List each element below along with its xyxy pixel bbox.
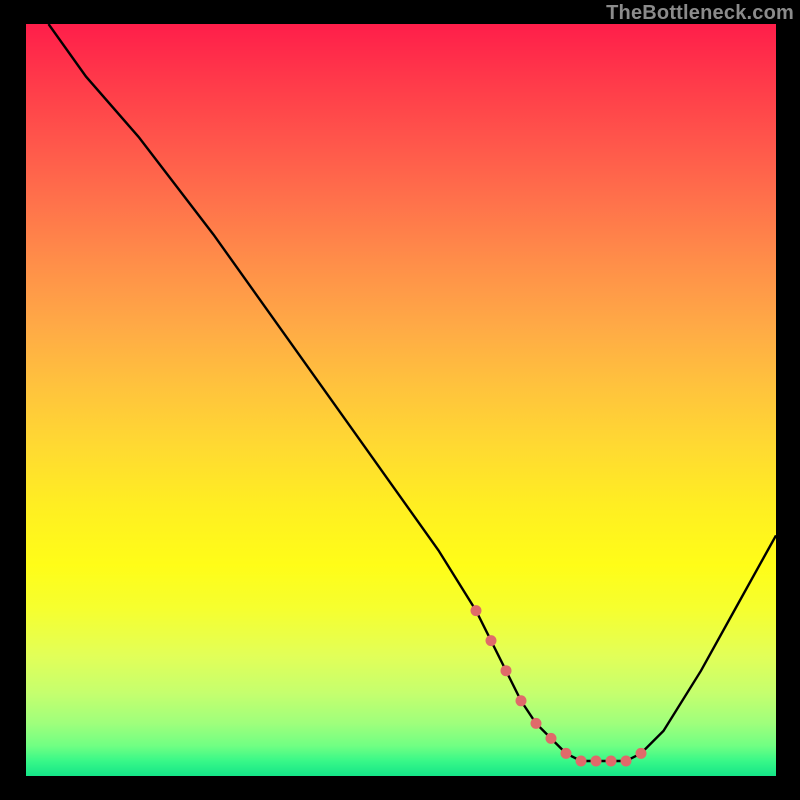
marker-dot bbox=[591, 756, 602, 767]
marker-dot bbox=[546, 733, 557, 744]
marker-dot bbox=[621, 756, 632, 767]
marker-dot bbox=[501, 665, 512, 676]
bottleneck-curve bbox=[49, 24, 777, 761]
marker-dot bbox=[531, 718, 542, 729]
marker-dot bbox=[471, 605, 482, 616]
marker-dot bbox=[606, 756, 617, 767]
chart-container: TheBottleneck.com bbox=[0, 0, 800, 800]
marker-dot bbox=[561, 748, 572, 759]
watermark-text: TheBottleneck.com bbox=[606, 2, 794, 25]
marker-dot bbox=[576, 756, 587, 767]
marker-dot bbox=[636, 748, 647, 759]
curve-svg bbox=[26, 24, 776, 776]
marker-dot bbox=[516, 695, 527, 706]
optimal-range-markers bbox=[471, 605, 647, 766]
marker-dot bbox=[486, 635, 497, 646]
plot-area bbox=[26, 24, 776, 776]
